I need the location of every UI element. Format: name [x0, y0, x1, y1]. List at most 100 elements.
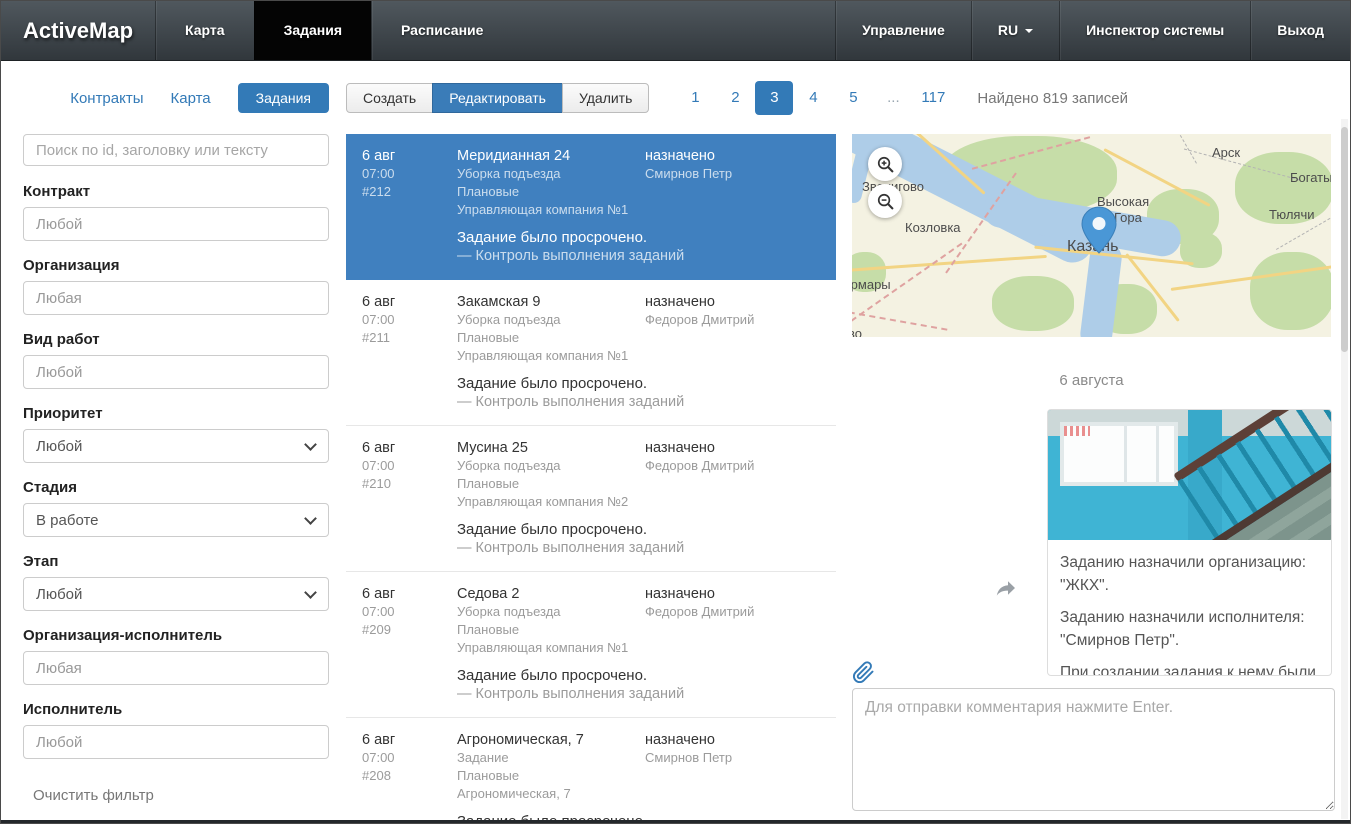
- delete-button[interactable]: Удалить: [562, 83, 649, 113]
- filter-group: Организация-исполнитель: [23, 627, 329, 685]
- filter-sidebar: Контракт Организация Вид работ Приоритет…: [23, 134, 329, 805]
- attach-file-button[interactable]: [852, 661, 876, 685]
- comment-bubble[interactable]: Заданию назначили организацию: "ЖКХ".Зад…: [1047, 409, 1332, 676]
- task-date: 6 авг: [362, 439, 457, 457]
- task-assignment: назначено Федоров Дмитрий: [645, 293, 820, 365]
- page-link[interactable]: 2: [715, 81, 755, 115]
- navbar-menu-item[interactable]: Выход: [1250, 1, 1350, 60]
- crud-button-group: Создать Редактировать Удалить: [346, 83, 649, 113]
- create-button[interactable]: Создать: [346, 83, 433, 113]
- comment-text: Заданию назначили организацию: "ЖКХ".Зад…: [1048, 540, 1331, 676]
- task-main: Меридианная 24 Уборка подъездаПлановыеУп…: [457, 147, 645, 219]
- task-note: Задание было просрочено. — Контроль выпо…: [457, 375, 820, 411]
- filter-input[interactable]: [23, 207, 329, 241]
- task-id: #212: [362, 183, 457, 201]
- task-assignee: Федоров Дмитрий: [645, 457, 820, 475]
- task-details: Уборка подъездаПлановыеУправляющая компа…: [457, 165, 645, 219]
- task-id: #210: [362, 475, 457, 493]
- task-id: #208: [362, 767, 457, 785]
- task-note-title: Задание было просрочено.: [457, 375, 820, 393]
- task-details: Уборка подъездаПлановыеУправляющая компа…: [457, 603, 645, 657]
- filter-input[interactable]: [23, 651, 329, 685]
- task-title: Мусина 25: [457, 439, 645, 457]
- main-nav-tab[interactable]: Расписание: [371, 1, 512, 60]
- task-status: назначено: [645, 585, 820, 603]
- feed-date-header: 6 августа: [852, 372, 1331, 389]
- filter-group: Контракт: [23, 183, 329, 241]
- window-bottom-edge: [1, 820, 1350, 823]
- filter-input[interactable]: [23, 725, 329, 759]
- task-title: Агрономическая, 7: [457, 731, 645, 749]
- section-subnav: Контракты Карта Задания: [23, 83, 329, 113]
- navbar-right-menu: УправлениеRUИнспектор системыВыход: [835, 1, 1350, 60]
- task-note-detail: — Контроль выполнения заданий: [457, 247, 820, 265]
- task-assignee: Федоров Дмитрий: [645, 603, 820, 621]
- task-datetime: 6 авг 07:00 #212: [362, 147, 457, 219]
- task-row[interactable]: 6 авг 07:00 #209 Седова 2 Уборка подъезд…: [346, 572, 836, 718]
- map-place-label: Тюлячи: [1269, 207, 1315, 222]
- filter-group: Этап Любой: [23, 553, 329, 611]
- task-assignment: назначено Федоров Дмитрий: [645, 439, 820, 511]
- task-main: Мусина 25 Уборка подъездаПлановыеУправля…: [457, 439, 645, 511]
- filter-label: Этап: [23, 553, 329, 571]
- zoom-out-button[interactable]: [868, 184, 902, 218]
- filter-input[interactable]: [23, 355, 329, 389]
- forward-arrow-icon: [994, 576, 1018, 600]
- filter-label: Контракт: [23, 183, 329, 201]
- filter-select-wrap: Любой: [23, 429, 329, 463]
- page-link[interactable]: 1: [675, 81, 715, 115]
- task-time: 07:00: [362, 603, 457, 621]
- navbar-menu-item[interactable]: Инспектор системы: [1059, 1, 1250, 60]
- task-time: 07:00: [362, 165, 457, 183]
- task-row[interactable]: 6 авг 07:00 #212 Меридианная 24 Уборка п…: [346, 134, 836, 280]
- task-title: Седова 2: [457, 585, 645, 603]
- scrollbar[interactable]: [1341, 119, 1348, 819]
- page-link[interactable]: 5: [833, 81, 873, 115]
- navbar-menu-item[interactable]: RU: [971, 1, 1059, 60]
- attached-photo[interactable]: [1048, 410, 1331, 540]
- task-row[interactable]: 6 авг 07:00 #210 Мусина 25 Уборка подъез…: [346, 426, 836, 572]
- forward-button[interactable]: [994, 576, 1018, 600]
- task-datetime: 6 авг 07:00 #211: [362, 293, 457, 365]
- filter-group: Приоритет Любой: [23, 405, 329, 463]
- main-nav-tab[interactable]: Карта: [155, 1, 254, 60]
- comment-line: Заданию назначили организацию: "ЖКХ".: [1060, 551, 1319, 597]
- scrollbar-thumb[interactable]: [1341, 127, 1348, 352]
- filter-select[interactable]: Любой: [23, 577, 329, 611]
- task-row[interactable]: 6 авг 07:00 #211 Закамская 9 Уборка подъ…: [346, 280, 836, 426]
- filter-select-wrap: Любой: [23, 577, 329, 611]
- task-note-title: Задание было просрочено.: [457, 229, 820, 247]
- clear-filter-link[interactable]: Очистить фильтр: [33, 787, 154, 804]
- result-count: Найдено 819 записей: [977, 90, 1128, 107]
- page-link[interactable]: ...: [873, 81, 913, 115]
- task-note: Задание было просрочено. — Контроль выпо…: [457, 521, 820, 557]
- filter-select[interactable]: Любой: [23, 429, 329, 463]
- page-link[interactable]: 4: [793, 81, 833, 115]
- task-row[interactable]: 6 авг 07:00 #208 Агрономическая, 7 Задан…: [346, 718, 836, 824]
- zoom-in-button[interactable]: [868, 147, 902, 181]
- search-input[interactable]: [23, 134, 329, 166]
- task-time: 07:00: [362, 457, 457, 475]
- task-status: назначено: [645, 439, 820, 457]
- task-datetime: 6 авг 07:00 #208: [362, 731, 457, 803]
- page-link[interactable]: 3: [755, 81, 793, 115]
- location-pin-icon: [1081, 206, 1117, 254]
- subnav-tab-tasks[interactable]: Задания: [238, 83, 329, 113]
- filter-group: Вид работ: [23, 331, 329, 389]
- main-nav-tab[interactable]: Задания: [254, 1, 371, 60]
- map-view[interactable]: ЗвениговоКозловкаУрмарывоКазаньВысокаяГо…: [852, 134, 1331, 337]
- task-details: ЗаданиеПлановыеАгрономическая, 7: [457, 749, 645, 803]
- task-main: Закамская 9 Уборка подъездаПлановыеУправ…: [457, 293, 645, 365]
- task-main: Седова 2 Уборка подъездаПлановыеУправляю…: [457, 585, 645, 657]
- subnav-link[interactable]: Карта: [171, 90, 211, 107]
- comment-input[interactable]: [852, 688, 1335, 811]
- edit-button[interactable]: Редактировать: [432, 83, 563, 113]
- subnav-link[interactable]: Контракты: [70, 90, 143, 107]
- task-note-detail: — Контроль выполнения заданий: [457, 539, 820, 557]
- filter-input[interactable]: [23, 281, 329, 315]
- filter-select[interactable]: В работе: [23, 503, 329, 537]
- page-link[interactable]: 117: [913, 81, 953, 115]
- map-place-label: Урмары: [852, 277, 891, 292]
- navbar-menu-item[interactable]: Управление: [835, 1, 971, 60]
- task-list: 6 авг 07:00 #212 Меридианная 24 Уборка п…: [346, 134, 836, 824]
